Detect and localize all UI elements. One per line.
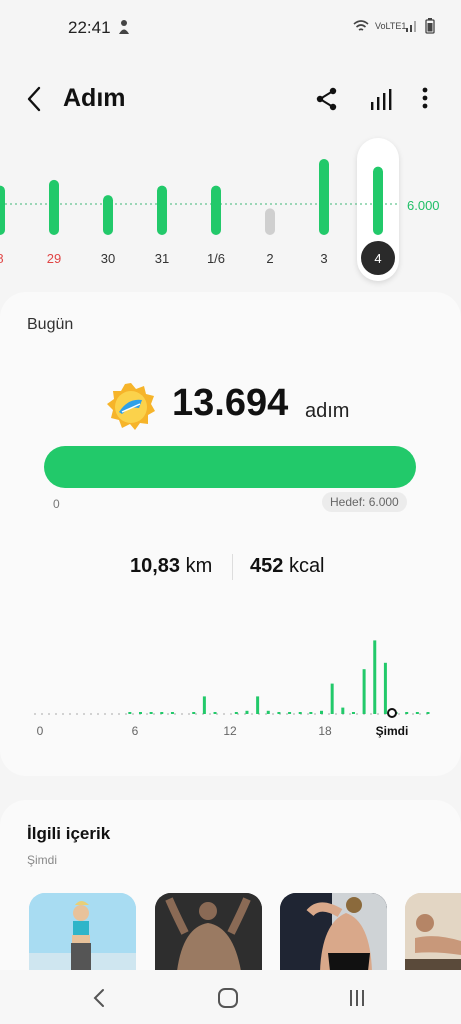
day-bar-2[interactable] — [103, 195, 113, 235]
hour-axis-label: 18 — [318, 724, 332, 738]
hour-bar — [383, 662, 387, 714]
nav-back-icon[interactable] — [80, 982, 120, 1014]
hour-bar — [245, 710, 249, 714]
hour-bar — [266, 710, 270, 714]
hour-bar — [160, 712, 164, 714]
thumb-plank[interactable] — [405, 893, 461, 971]
day-label-3[interactable]: 31 — [155, 251, 169, 266]
day-bar-7[interactable] — [373, 166, 383, 235]
day-bar-5[interactable] — [265, 208, 275, 235]
page-title: Adım — [63, 84, 126, 112]
thumb-back[interactable] — [280, 893, 387, 971]
day-label-1[interactable]: 29 — [47, 251, 61, 266]
hour-bar — [362, 669, 366, 714]
hour-axis-label: 0 — [37, 724, 44, 738]
hour-bar — [309, 712, 313, 714]
day-bar-4[interactable] — [211, 185, 221, 235]
calories-value: 452 kcal — [250, 555, 325, 578]
day-bar-1[interactable] — [49, 179, 59, 235]
chart-icon[interactable] — [366, 84, 396, 114]
hour-bar — [170, 712, 174, 714]
distance-unit: km — [185, 555, 213, 577]
network-label: VoLTE1 — [375, 21, 407, 31]
thumb-muscle[interactable] — [155, 893, 262, 971]
hour-axis-label: Şimdi — [376, 724, 409, 738]
related-title: İlgili içerik — [27, 824, 111, 843]
hour-bar — [405, 712, 409, 714]
hour-bar — [288, 712, 292, 714]
now-marker — [387, 708, 397, 718]
hour-bar — [234, 712, 238, 714]
status-time: 22:41 — [68, 18, 111, 37]
steps-count: 13.694 — [172, 382, 289, 424]
day-label-2[interactable]: 30 — [101, 251, 115, 266]
status-bar: 22:41 VoLTE1 — [0, 0, 461, 56]
more-options-icon[interactable] — [410, 84, 440, 114]
hour-bar — [192, 712, 196, 714]
day-bar-6[interactable] — [319, 159, 329, 235]
nav-recents-icon[interactable] — [337, 982, 377, 1014]
status-icons: VoLTE1 — [353, 18, 435, 34]
share-icon[interactable] — [312, 84, 342, 114]
hour-bar — [373, 640, 377, 714]
hour-bar — [330, 683, 334, 714]
day-bar-3[interactable] — [157, 185, 167, 235]
calories-unit: kcal — [288, 555, 325, 577]
back-workout-image — [280, 893, 387, 971]
day-label-6[interactable]: 3 — [320, 251, 327, 266]
hour-bar — [202, 696, 206, 714]
hour-bar — [138, 712, 142, 714]
back-button[interactable] — [20, 82, 50, 116]
wifi-icon — [353, 20, 369, 31]
hour-bar — [341, 707, 345, 714]
today-label: Bugün — [27, 316, 74, 333]
achievement-badge-icon — [107, 383, 155, 430]
hour-bar — [128, 712, 132, 714]
day-label-5[interactable]: 2 — [266, 251, 273, 266]
day-bar-0[interactable] — [0, 185, 5, 235]
notification-icon — [119, 20, 129, 34]
day-label-4[interactable]: 1/6 — [207, 251, 225, 266]
hour-axis-label: 6 — [132, 724, 139, 738]
hour-bar — [426, 712, 430, 714]
hour-bar — [256, 696, 260, 714]
calories-number: 452 — [250, 555, 284, 577]
hour-bar — [351, 712, 355, 714]
progress-start-label: 0 — [53, 497, 60, 511]
weekly-steps-chart[interactable]: 8 29 30 31 1/6 2 3 4 — [0, 140, 461, 290]
thumb-runner[interactable] — [29, 893, 136, 971]
hour-bar — [277, 712, 281, 714]
hour-bar — [320, 710, 324, 714]
runner-image — [29, 893, 136, 971]
battery-icon — [425, 18, 435, 34]
steps-unit: adım — [305, 400, 350, 422]
hour-bar — [213, 712, 217, 714]
related-subtitle: Şimdi — [27, 853, 58, 867]
hour-bar — [415, 712, 419, 714]
steps-progress-bar — [44, 446, 416, 488]
nav-home-icon[interactable] — [208, 982, 248, 1014]
goal-line-label: 6.000 — [407, 198, 440, 213]
distance-value: 10,83 km — [130, 555, 212, 578]
distance-number: 10,83 — [130, 555, 181, 577]
metric-divider — [232, 554, 233, 580]
day-label-7[interactable]: 4 — [374, 251, 381, 266]
hour-axis-label: 12 — [223, 724, 237, 738]
signal-icon — [406, 21, 416, 32]
hour-bar — [298, 712, 302, 714]
goal-chip[interactable]: Hedef: 6.000 — [322, 492, 407, 512]
hourly-steps-chart[interactable]: 0 6 12 18 Şimdi — [20, 610, 441, 760]
muscle-image — [155, 893, 262, 971]
hour-bar — [149, 712, 153, 714]
day-label-0[interactable]: 8 — [0, 251, 4, 266]
plank-image — [405, 893, 461, 971]
